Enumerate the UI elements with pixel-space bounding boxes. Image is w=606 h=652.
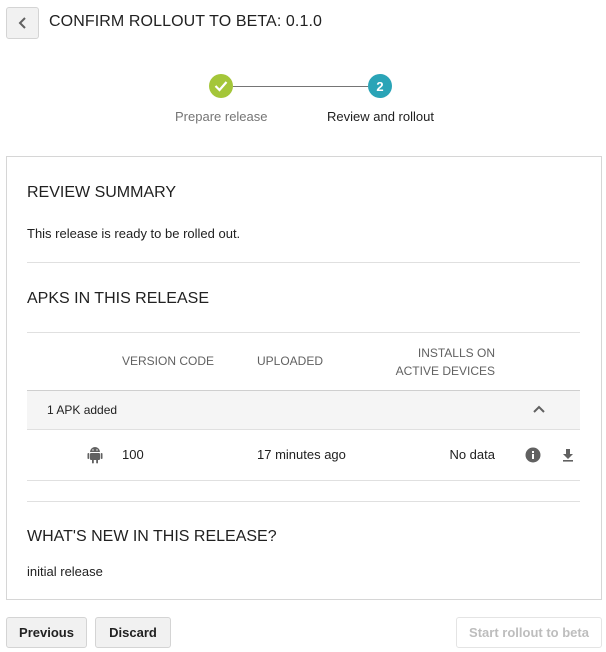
step-label-prepare-release: Prepare release [175,109,268,124]
back-button[interactable] [6,7,39,39]
table-row-divider [27,480,580,481]
apks-section-title: APKS IN THIS RELEASE [27,290,209,307]
download-icon[interactable] [562,448,574,462]
info-icon[interactable] [525,447,541,463]
step-label-review-rollout: Review and rollout [327,109,434,124]
review-summary-message: This release is ready to be rolled out. [27,226,241,241]
stepper-connector [233,86,368,87]
column-header-installs: INSTALLS ON ACTIVE DEVICES [396,344,495,380]
step-number-indicator: 2 [368,74,392,98]
column-header-installs-line1: INSTALLS ON [417,346,495,360]
chevron-up-icon[interactable] [532,403,546,415]
column-header-installs-line2: ACTIVE DEVICES [395,364,495,378]
column-header-uploaded: UPLOADED [257,354,324,368]
column-header-version-code: VERSION CODE [122,354,215,368]
apk-group-label: 1 APK added [47,403,118,417]
previous-button[interactable]: Previous [6,617,87,648]
step-completed-indicator [209,74,233,98]
stepper: Prepare release 2 Review and rollout [0,70,606,130]
section-divider [27,262,580,263]
release-card: REVIEW SUMMARY This release is ready to … [6,156,602,600]
section-divider [27,501,580,502]
uploaded-value: 17 minutes ago [257,447,346,462]
whats-new-text: initial release [27,564,103,579]
installs-value: No data [449,447,495,462]
android-icon [87,447,103,464]
whats-new-title: WHAT'S NEW IN THIS RELEASE? [27,528,277,545]
chevron-left-icon [18,17,26,29]
table-top-divider [27,332,580,333]
check-icon [214,81,228,92]
page-title: CONFIRM ROLLOUT TO BETA: 0.1.0 [49,13,322,30]
start-rollout-button[interactable]: Start rollout to beta [456,617,602,648]
discard-button[interactable]: Discard [95,617,171,648]
review-summary-title: REVIEW SUMMARY [27,184,177,201]
apk-group-row[interactable]: 1 APK added [27,390,580,430]
version-code-value: 100 [122,447,144,462]
